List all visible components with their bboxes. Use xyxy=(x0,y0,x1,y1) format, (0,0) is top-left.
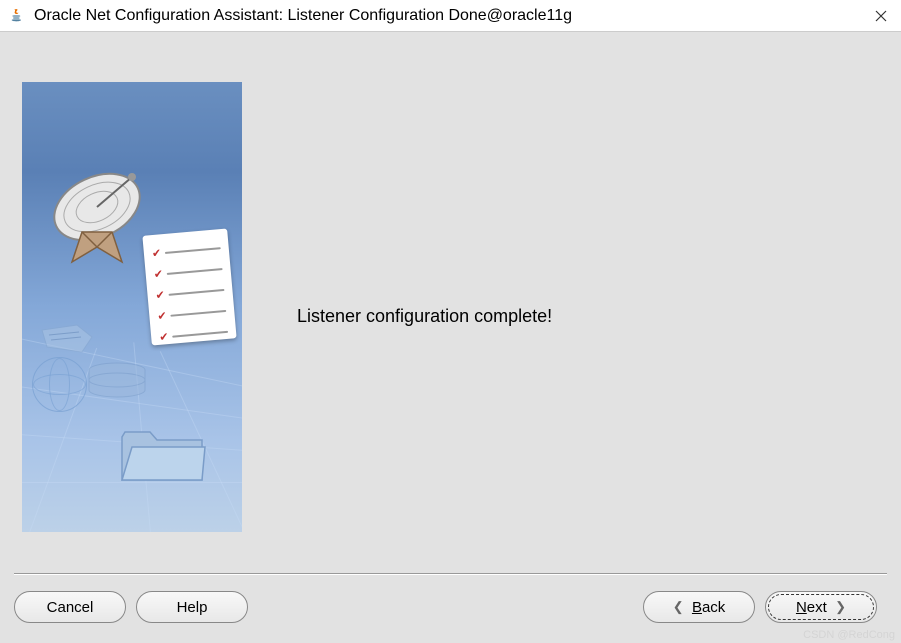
titlebar: Oracle Net Configuration Assistant: List… xyxy=(0,0,901,32)
close-button[interactable] xyxy=(869,4,893,28)
cancel-button[interactable]: Cancel xyxy=(14,591,126,623)
status-message: Listener configuration complete! xyxy=(242,82,891,551)
chevron-left-icon: ❮ xyxy=(673,599,684,615)
next-label-rest: ext xyxy=(807,599,827,616)
database-icon xyxy=(82,362,152,402)
chevron-right-icon: ❯ xyxy=(835,599,846,615)
java-icon xyxy=(8,7,26,25)
button-bar: Cancel Help ❮ Back Next ❯ xyxy=(14,591,887,623)
next-button[interactable]: Next ❯ xyxy=(765,591,877,623)
watermark: CSDN @RedCong xyxy=(803,629,895,641)
globe-icon xyxy=(32,357,87,412)
back-mnemonic: B xyxy=(692,599,702,616)
wizard-sidebar-image: ✔ ✔ ✔ ✔ ✔ xyxy=(22,82,242,532)
tag-icon xyxy=(37,322,97,357)
checklist-icon: ✔ ✔ ✔ ✔ ✔ xyxy=(142,229,236,346)
folder-icon xyxy=(117,422,207,487)
content-area: ✔ ✔ ✔ ✔ ✔ xyxy=(2,34,899,559)
back-button[interactable]: ❮ Back xyxy=(643,591,755,623)
window-body: ✔ ✔ ✔ ✔ ✔ xyxy=(0,32,901,643)
help-button[interactable]: Help xyxy=(136,591,248,623)
window-title: Oracle Net Configuration Assistant: List… xyxy=(34,7,869,25)
separator xyxy=(14,573,887,575)
next-mnemonic: N xyxy=(796,599,807,616)
back-label-rest: ack xyxy=(702,599,725,616)
